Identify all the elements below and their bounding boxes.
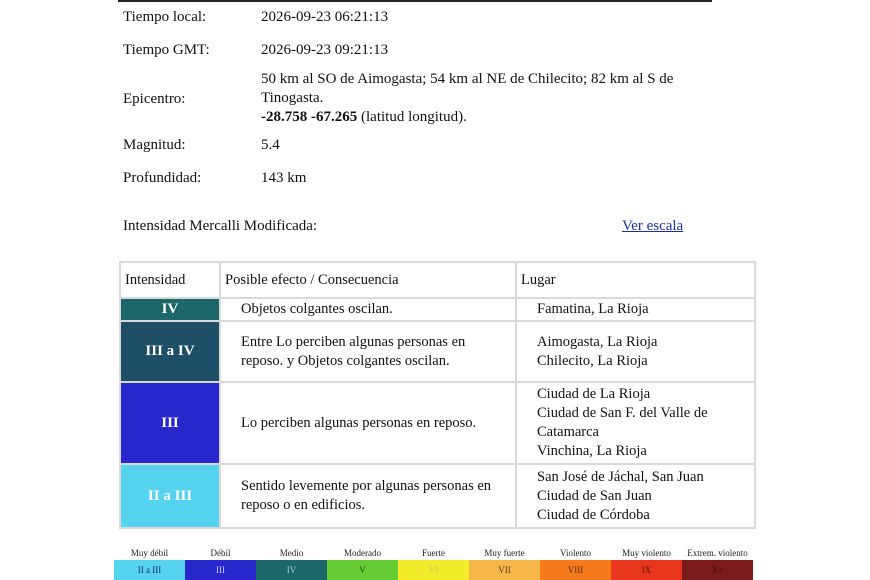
- table-row: II a III Sentido levemente por algunas p…: [121, 465, 754, 527]
- legend-name: Muy fuerte: [484, 548, 525, 558]
- magnitude-label: Magnitud:: [123, 137, 186, 153]
- table-row: III Lo perciben algunas personas en repo…: [121, 383, 754, 463]
- table-header-row: Intensidad Posible efecto / Consecuencia…: [121, 263, 754, 297]
- legend-item: Muy débil II a III: [114, 545, 185, 580]
- legend-swatch: VII: [469, 560, 540, 580]
- header-effect: Posible efecto / Consecuencia: [221, 263, 515, 297]
- header-intensity: Intensidad: [121, 263, 219, 297]
- top-divider: [118, 0, 712, 2]
- intensity-badge: III a IV: [121, 322, 219, 381]
- intensity-section-title: Intensidad Mercalli Modificada:: [123, 218, 318, 234]
- magnitude-value: 5.4: [261, 137, 280, 153]
- depth-value: 143 km: [261, 170, 307, 186]
- place-cell: Famatina, La Rioja: [517, 299, 754, 320]
- epicenter-label: Epicentro:: [123, 91, 186, 107]
- effect-cell: Lo perciben algunas personas en reposo.: [221, 383, 515, 463]
- place-cell: Aimogasta, La Rioja Chilecito, La Rioja: [517, 322, 754, 381]
- legend-item: Violento VIII: [540, 545, 611, 580]
- legend-name: Débil: [210, 548, 231, 558]
- table-row: III a IV Entre Lo perciben algunas perso…: [121, 322, 754, 381]
- place-item: Ciudad de Córdoba: [537, 506, 650, 523]
- place-item: Ciudad de San Juan: [537, 487, 652, 504]
- intensity-badge: IV: [121, 299, 219, 320]
- epicenter-coordinates: -28.758 -67.265 (latitud longitud).: [261, 108, 701, 127]
- local-time-label: Tiempo local:: [123, 9, 207, 25]
- place-item: Famatina, La Rioja: [537, 301, 649, 317]
- intensity-badge: II a III: [121, 465, 219, 527]
- local-time-value: 2026-09-23 06:21:13: [261, 9, 389, 25]
- place-item: Chilecito, La Rioja: [537, 352, 648, 369]
- latitude: -28.758: [261, 109, 308, 125]
- legend-name: Violento: [560, 548, 591, 558]
- legend-item: Fuerte VI: [398, 545, 469, 580]
- place-cell: Ciudad de La Rioja Ciudad de San F. del …: [517, 383, 754, 463]
- gmt-time-value: 2026-09-23 09:21:13: [261, 42, 389, 58]
- place-item: Ciudad de La Rioja: [537, 386, 651, 402]
- header-place: Lugar: [517, 263, 754, 297]
- legend-name: Fuerte: [422, 548, 445, 558]
- legend-name: Extrem. violento: [687, 548, 748, 558]
- depth-label: Profundidad:: [123, 170, 202, 186]
- legend-swatch: II a III: [114, 560, 185, 580]
- longitude: -67.265: [311, 109, 358, 125]
- intensity-table: Intensidad Posible efecto / Consecuencia…: [119, 261, 756, 529]
- epicenter-row: Epicentro: 50 km al SO de Aimogasta; 54 …: [123, 70, 723, 130]
- legend-swatch: V: [327, 560, 398, 580]
- epicenter-value: 50 km al SO de Aimogasta; 54 km al NE de…: [261, 70, 701, 127]
- legend-swatch: VIII: [540, 560, 611, 580]
- coordinates-suffix: (latitud longitud).: [357, 109, 467, 125]
- legend-item: Muy violento IX: [611, 545, 682, 580]
- legend-item: Débil III: [185, 545, 256, 580]
- legend-name: Muy débil: [130, 548, 169, 558]
- place-item: San José de Jáchal, San Juan: [537, 468, 704, 485]
- place-item: Ciudad de San F. del Valle de Catamarca: [537, 405, 708, 440]
- legend-swatch: X+: [682, 560, 753, 580]
- legend-name: Muy violento: [622, 548, 671, 558]
- effect-cell: Entre Lo perciben algunas personas en re…: [221, 322, 515, 381]
- table-row: IV Objetos colgantes oscilan. Famatina, …: [121, 299, 754, 320]
- place-item: Vinchina, La Rioja: [537, 443, 647, 459]
- legend-item: Moderado V: [327, 545, 398, 580]
- legend-name: Moderado: [344, 548, 381, 558]
- legend-item: Medio IV: [256, 545, 327, 580]
- legend-item: Muy fuerte VII: [469, 545, 540, 580]
- view-scale-link[interactable]: Ver escala: [622, 218, 683, 235]
- place-cell: San José de Jáchal, San Juan Ciudad de S…: [517, 465, 754, 527]
- gmt-time-label: Tiempo GMT:: [123, 42, 210, 58]
- effect-cell: Objetos colgantes oscilan.: [221, 299, 515, 320]
- legend-swatch: VI: [398, 560, 469, 580]
- legend-item: Extrem. violento X+: [682, 545, 753, 580]
- legend-swatch: IX: [611, 560, 682, 580]
- place-item: Aimogasta, La Rioja: [537, 333, 658, 350]
- effect-cell: Sentido levemente por algunas personas e…: [221, 465, 515, 527]
- legend-swatch: IV: [256, 560, 327, 580]
- intensity-badge: III: [121, 383, 219, 463]
- legend-name: Medio: [279, 548, 304, 558]
- epicenter-description: 50 km al SO de Aimogasta; 54 km al NE de…: [261, 71, 674, 106]
- intensity-color-legend: Muy débil II a III Débil III Medio IV Mo…: [114, 545, 756, 580]
- legend-swatch: III: [185, 560, 256, 580]
